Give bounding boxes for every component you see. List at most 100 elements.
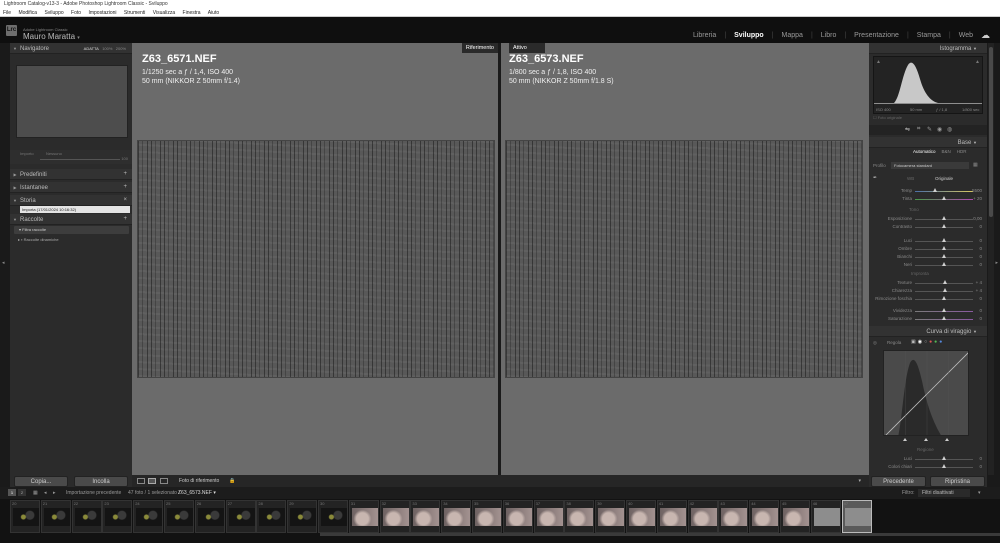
filmstrip-thumbnail[interactable]: 25 — [164, 500, 194, 533]
menu-sviluppo[interactable]: Sviluppo — [44, 10, 63, 16]
back-arrow-icon[interactable]: ◂ — [44, 487, 47, 499]
filmstrip-thumbnail[interactable]: 42 — [687, 500, 718, 533]
filmstrip-thumbnail[interactable]: 34 — [441, 500, 472, 533]
filmstrip-thumbnail[interactable]: 28 — [256, 500, 287, 533]
module-mappa[interactable]: Mappa — [782, 32, 803, 39]
filmstrip-thumbnail[interactable]: 43 — [718, 500, 749, 533]
filmstrip-thumbnail[interactable]: 31 — [348, 500, 379, 533]
filmstrip-thumbnail[interactable]: 29 — [287, 500, 318, 533]
preset-amount-opt1[interactable]: Importo — [20, 151, 34, 156]
add-icon[interactable]: + — [123, 214, 127, 225]
zoom-100[interactable]: 100% — [102, 46, 112, 51]
active-pane[interactable]: Attivo Z63_6573.NEF 1/800 sec a ƒ / 1,8,… — [501, 43, 869, 475]
module-libro[interactable]: Libro — [821, 32, 837, 39]
active-photo[interactable] — [505, 140, 863, 378]
preset-amount-slider[interactable] — [40, 159, 120, 160]
close-icon[interactable]: × — [123, 195, 127, 206]
ref-filename: Z63_6571.NEF — [142, 53, 217, 65]
menu-strumenti[interactable]: Strumenti — [124, 10, 145, 16]
menu-file[interactable]: File — [3, 10, 11, 16]
history-header[interactable]: ▼ Storia × — [10, 195, 132, 206]
region-colori-chiari[interactable]: Colori chiari 0 — [869, 463, 987, 471]
filmstrip-thumbnail[interactable]: 22 — [71, 500, 102, 533]
toolbar-chevron-icon[interactable]: ▾ — [858, 475, 861, 487]
history-item[interactable]: Importa (17/01/2024 10:16:32) — [20, 206, 130, 213]
filmstrip-thumbnail[interactable]: 33 — [410, 500, 441, 533]
preset-amount-opt2[interactable]: Nessuno — [46, 151, 62, 156]
smart-collections-item[interactable]: ▸ ▪ Raccolte dinamiche — [18, 236, 129, 243]
slider-knob[interactable] — [941, 464, 946, 468]
menu-foto[interactable]: Foto — [71, 10, 81, 16]
module-libreria[interactable]: Libreria — [693, 32, 716, 39]
region-luci[interactable]: Luci 0 — [869, 455, 987, 463]
slider-value[interactable]: 0 — [979, 463, 982, 471]
menu-aiuto[interactable]: Aiuto — [208, 10, 219, 16]
filmstrip-thumbnail[interactable]: 27 — [225, 500, 256, 533]
filmstrip-thumbnail[interactable]: 44 — [749, 500, 780, 533]
filmstrip-thumbnail[interactable]: 38 — [564, 500, 595, 533]
navigator-preview[interactable] — [16, 65, 128, 138]
filmstrip-thumbnail[interactable]: 37 — [533, 500, 564, 533]
filmstrip-thumbnail[interactable]: 40 — [626, 500, 656, 533]
module-web[interactable]: Web — [959, 32, 973, 39]
module-stampa[interactable]: Stampa — [917, 32, 941, 39]
filmstrip-scrollbar[interactable] — [320, 533, 1000, 536]
filmstrip-thumbnail[interactable]: 24 — [133, 500, 164, 533]
menu-visualizza[interactable]: Visualizza — [153, 10, 175, 16]
filmstrip-thumbnail[interactable]: 21 — [40, 500, 71, 533]
current-file[interactable]: Z63_6573.NEF ▾ — [178, 487, 216, 499]
slider-knob[interactable] — [941, 456, 946, 460]
add-icon[interactable]: + — [123, 182, 127, 193]
add-icon[interactable]: + — [123, 169, 127, 180]
filmstrip-thumbnail[interactable]: 20 — [10, 500, 40, 533]
thumbnail-number: 37 — [535, 501, 541, 506]
menu-impostazioni[interactable]: Impostazioni — [88, 10, 116, 16]
right-panel-toggle-icon[interactable]: ▸ — [995, 260, 998, 266]
menu-modifica[interactable]: Modifica — [18, 10, 37, 16]
compare-view-icon[interactable] — [148, 478, 156, 484]
right-panel-scrollbar[interactable] — [988, 43, 994, 475]
paste-button[interactable]: Incolla — [74, 476, 128, 487]
filter-collections[interactable]: ▾ Filtra raccolte — [14, 226, 129, 234]
grid-view-icon[interactable]: ▦ — [33, 487, 38, 499]
filter-select[interactable]: Filtri disattivati — [918, 489, 970, 497]
navigator-header[interactable]: ▼ Navigatore ADATTA 100% 200% — [10, 43, 132, 54]
slider-value[interactable]: 0 — [979, 455, 982, 463]
reference-pane[interactable]: Riferimento Z63_6571.NEF 1/1250 sec a ƒ … — [132, 43, 498, 475]
presets-header[interactable]: ▶ Predefiniti + — [10, 169, 132, 180]
filmstrip-thumbnail[interactable]: 36 — [502, 500, 533, 533]
filmstrip-thumbnail[interactable]: 46 — [810, 500, 841, 533]
filmstrip-thumbnail[interactable]: 41 — [656, 500, 687, 533]
copy-button[interactable]: Copia... — [14, 476, 68, 487]
filter-lock-icon[interactable]: ▾ — [978, 487, 981, 499]
filmstrip-thumbnail[interactable]: 26 — [194, 500, 225, 533]
cloud-icon[interactable]: ☁ — [981, 30, 990, 41]
module-presentazione[interactable]: Presentazione — [854, 32, 899, 39]
filmstrip-thumbnail[interactable]: 35 — [472, 500, 502, 533]
filmstrip-thumbnail[interactable]: 45 — [780, 500, 810, 533]
reset-button[interactable]: Ripristina — [930, 476, 985, 487]
zoom-fit[interactable]: ADATTA — [84, 46, 99, 51]
reference-photo[interactable] — [137, 140, 495, 378]
filmstrip-thumbnail[interactable]: 23 — [102, 500, 133, 533]
previous-button[interactable]: Precedente — [871, 476, 926, 487]
before-after-icon[interactable] — [160, 478, 168, 484]
filmstrip-thumbnail[interactable]: 32 — [379, 500, 410, 533]
source-label[interactable]: Importazione precedente — [66, 487, 121, 499]
snapshots-header[interactable]: ▶ Istantanee + — [10, 182, 132, 193]
forward-arrow-icon[interactable]: ▸ — [53, 487, 56, 499]
zoom-200[interactable]: 200% — [116, 46, 126, 51]
lock-icon[interactable]: 🔒 — [229, 475, 235, 487]
slider-label: Colori chiari — [888, 464, 912, 469]
collections-header[interactable]: ▼ Raccolte + — [10, 214, 132, 225]
loupe-view-icon[interactable] — [137, 478, 145, 484]
menu-finestra[interactable]: Finestra — [183, 10, 201, 16]
identity-plate-user[interactable]: Mauro Maratta ▾ — [23, 32, 80, 41]
module-sviluppo[interactable]: Sviluppo — [734, 32, 764, 39]
left-panel-toggle-icon[interactable]: ◂ — [2, 260, 5, 266]
page-2[interactable]: 2 — [18, 489, 26, 496]
page-1[interactable]: 1 — [8, 489, 16, 496]
filmstrip-thumbnail[interactable]: 30 — [318, 500, 348, 533]
filmstrip-thumbnail[interactable]: 47 — [841, 500, 872, 533]
filmstrip-thumbnail[interactable]: 39 — [595, 500, 626, 533]
